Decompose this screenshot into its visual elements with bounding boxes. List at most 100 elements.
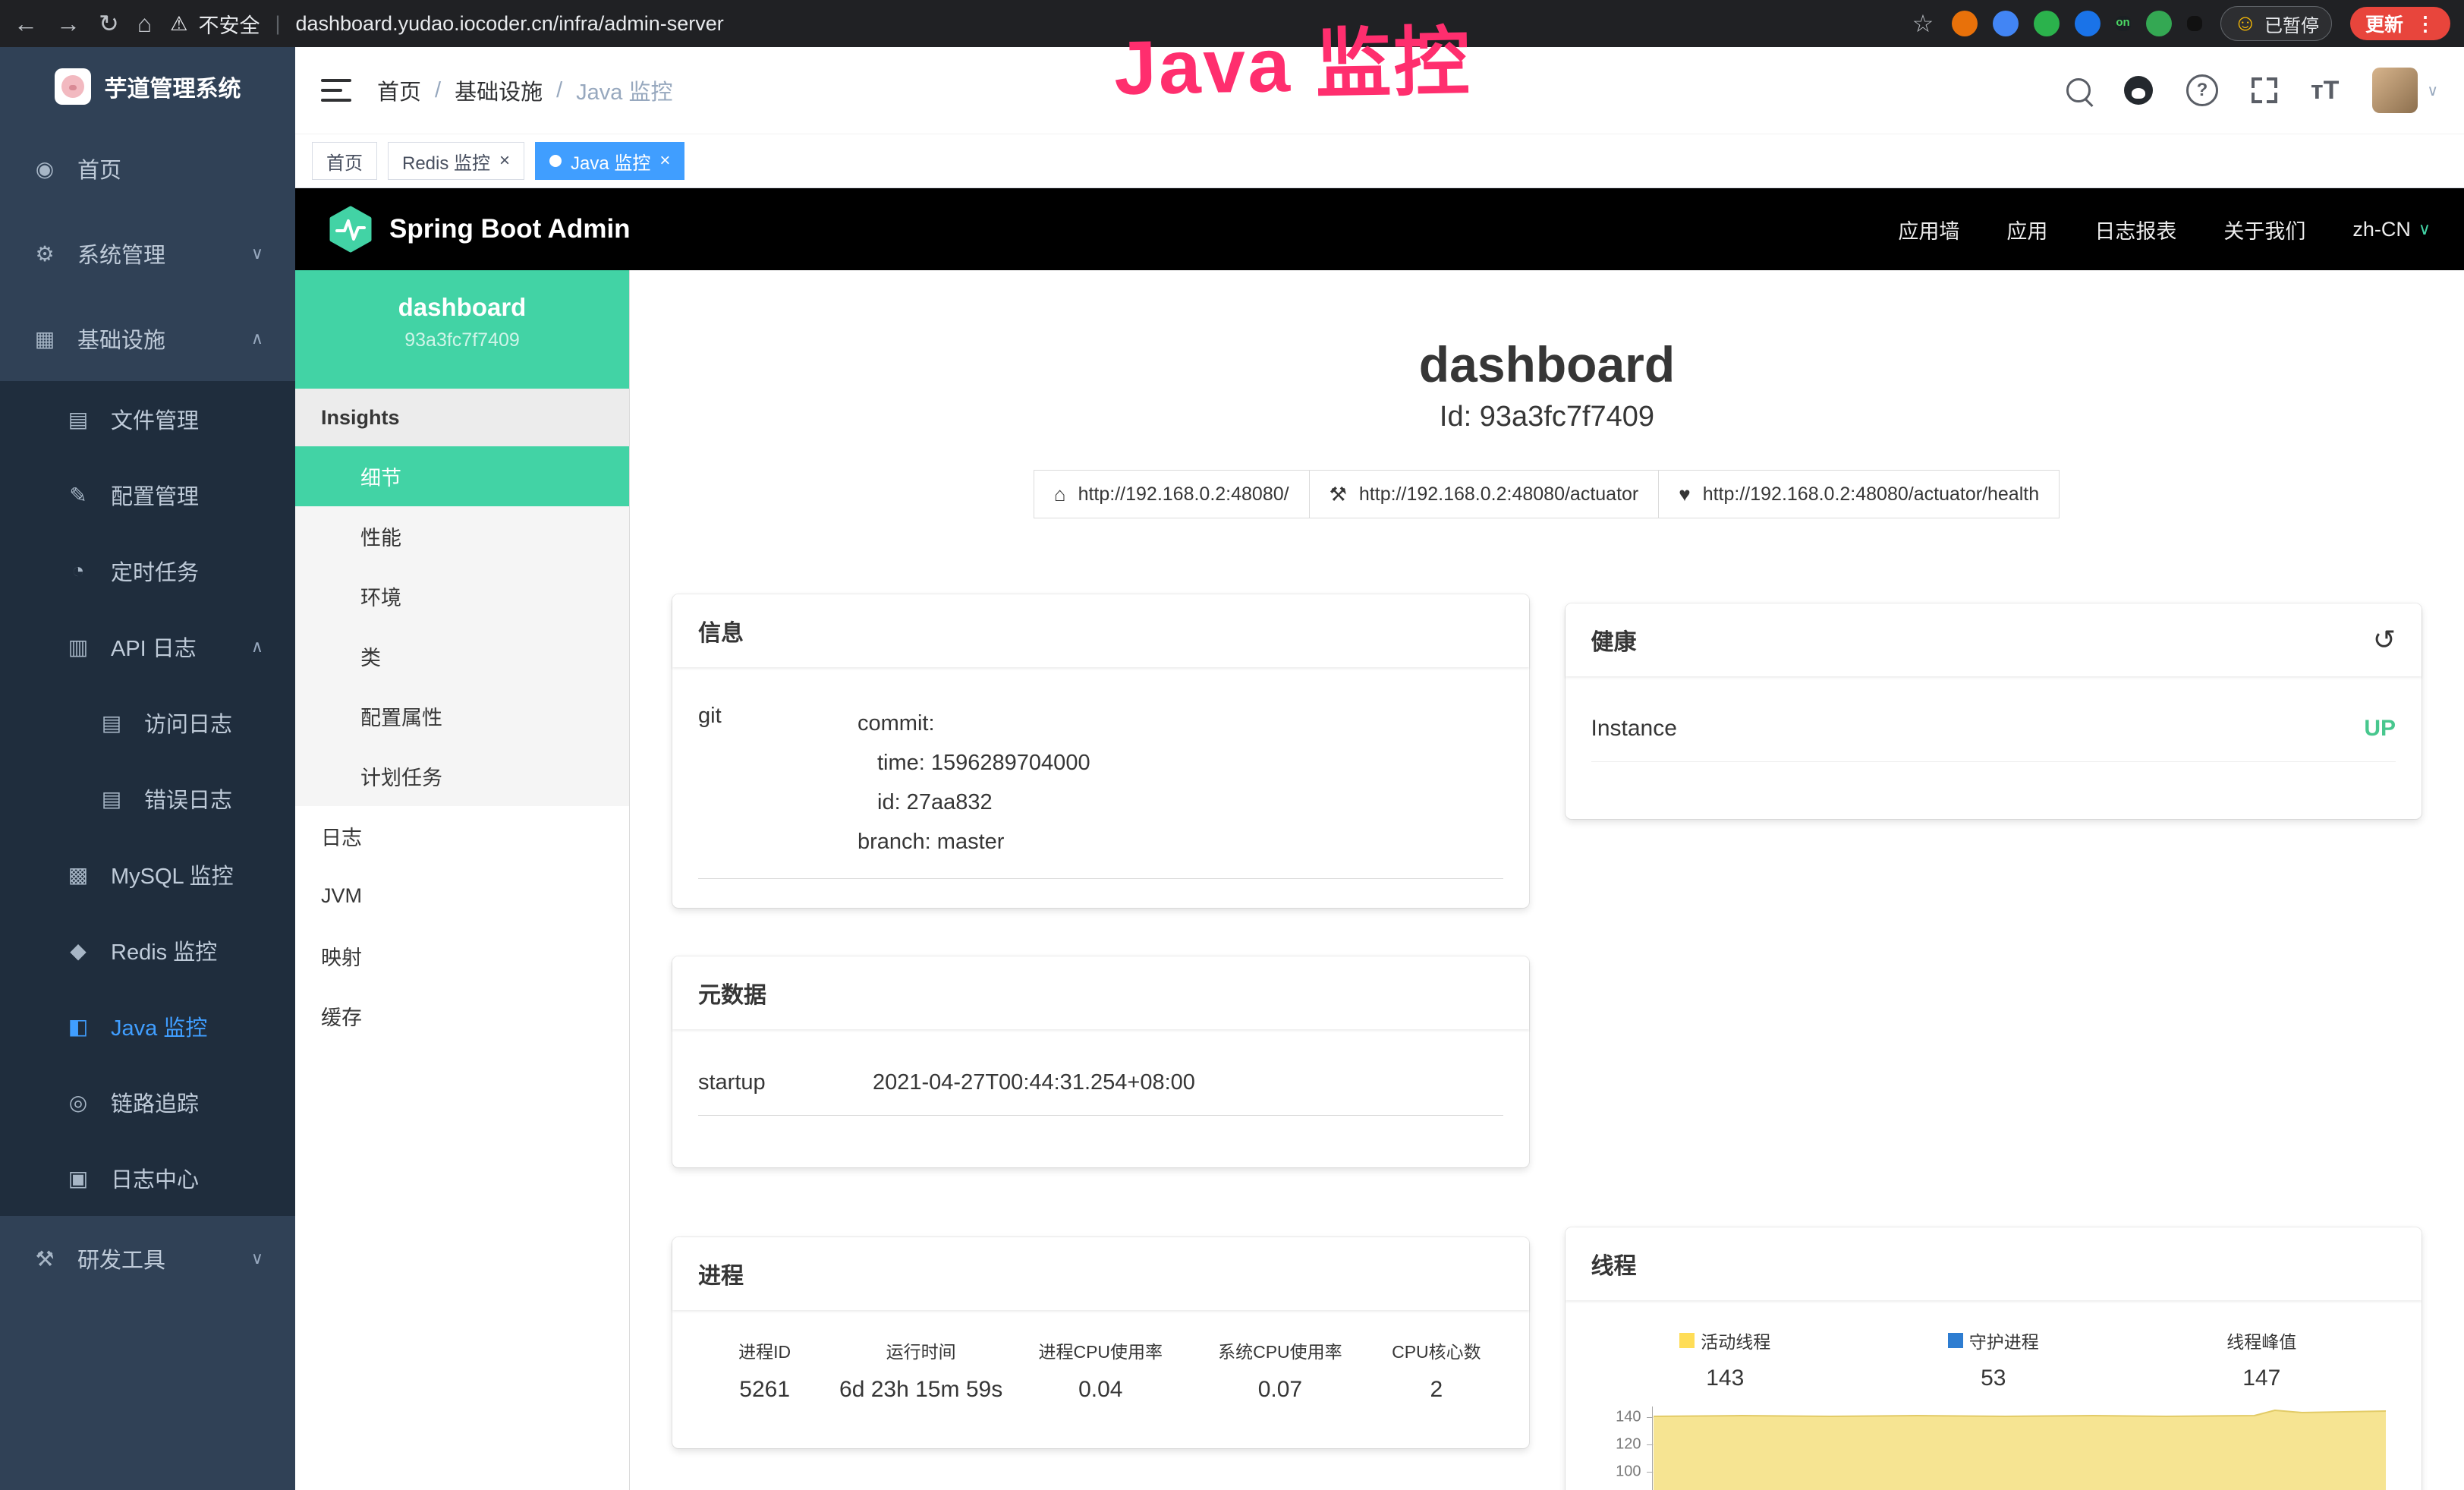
threads-card-title: 线程 xyxy=(1566,1227,2422,1300)
bookmark-star-icon[interactable]: ☆ xyxy=(1912,11,1934,36)
github-icon[interactable] xyxy=(2124,76,2153,105)
sidebar-item-tracing[interactable]: ◎ 链路追踪 xyxy=(0,1064,295,1140)
sba-nav-wallboard[interactable]: 应用墙 xyxy=(1898,215,1959,244)
user-menu[interactable]: ∨ xyxy=(2372,68,2438,113)
extension-icon-2[interactable] xyxy=(1993,11,2019,36)
extension-on-badge-icon[interactable]: on xyxy=(2116,16,2131,31)
sidebar-item-scheduled-jobs[interactable]: ◔ 定时任务 xyxy=(0,533,295,609)
close-icon[interactable]: × xyxy=(659,150,670,172)
sidebar-item-label: MySQL 监控 xyxy=(111,858,234,890)
sba-brand-title: Spring Boot Admin xyxy=(389,214,631,244)
process-col-uptime: 运行时间 xyxy=(831,1337,1011,1363)
sba-locale-select[interactable]: zh-CN ∨ xyxy=(2352,218,2431,241)
dashboard-icon: ◉ xyxy=(32,156,58,181)
sidebar-item-file-mgmt[interactable]: ▤ 文件管理 xyxy=(0,381,295,457)
timer-icon: ◔ xyxy=(65,559,91,583)
breadcrumb-section[interactable]: 基础设施 xyxy=(455,74,543,106)
process-card: 进程 进程ID 5261 运行时间 6d 23h 15m 59 xyxy=(672,1237,1529,1448)
sba-menu-logs[interactable]: 日志 xyxy=(295,806,629,866)
active-threads-area xyxy=(1654,1407,2387,1490)
tags-view-bar: 首页 Redis 监控 × Java 监控 × xyxy=(295,134,2464,188)
sba-menu-caches[interactable]: 缓存 xyxy=(295,986,629,1046)
history-icon[interactable]: ↺ xyxy=(2373,624,2396,656)
sidebar-item-error-logs[interactable]: ▤ 错误日志 xyxy=(0,761,295,836)
address-bar[interactable]: ⚠ 不安全 | dashboard.yudao.iocoder.cn/infra… xyxy=(170,9,1894,39)
close-icon[interactable]: × xyxy=(499,150,510,172)
sba-content: dashboard Id: 93a3fc7f7409 ⌂ http://192.… xyxy=(630,270,2464,1490)
search-icon[interactable] xyxy=(2066,78,2091,102)
sidebar-item-api-logs[interactable]: ▥ API 日志 ∧ xyxy=(0,609,295,685)
health-url-button[interactable]: ♥ http://192.168.0.2:48080/actuator/heal… xyxy=(1658,470,2060,518)
app-logo[interactable]: 芋道管理系统 xyxy=(0,47,295,126)
sidebar-item-redis-monitor[interactable]: ◆ Redis 监控 xyxy=(0,912,295,988)
reload-icon[interactable]: ↻ xyxy=(99,11,119,36)
breadcrumb-home[interactable]: 首页 xyxy=(377,74,421,106)
heart-icon: ♥ xyxy=(1679,483,1690,506)
sba-menu-performance[interactable]: 性能 xyxy=(295,506,629,566)
browser-menu-kebab-icon[interactable]: ⋮ xyxy=(2415,14,2435,33)
tag-redis-monitor[interactable]: Redis 监控 × xyxy=(388,142,524,180)
sidebar-item-system-mgmt[interactable]: ⚙ 系统管理 ∨ xyxy=(0,211,295,296)
sidebar-item-config-mgmt[interactable]: ✎ 配置管理 xyxy=(0,457,295,533)
actuator-url-button[interactable]: ⚒ http://192.168.0.2:48080/actuator xyxy=(1309,470,1660,518)
tag-java-monitor[interactable]: Java 监控 × xyxy=(535,142,684,180)
browser-home-icon[interactable]: ⌂ xyxy=(137,11,152,36)
cards-right-column: 健康 ↺ Instance UP 线程 xyxy=(1566,594,2422,1490)
infrastructure-icon: ▦ xyxy=(32,326,58,351)
sba-menu-environment[interactable]: 环境 xyxy=(295,566,629,626)
breadcrumb-separator: / xyxy=(556,78,562,103)
sidebar-item-label: Redis 监控 xyxy=(111,934,217,966)
extension-icon-6[interactable] xyxy=(2146,11,2172,36)
sba-nav-journal[interactable]: 日志报表 xyxy=(2094,215,2176,244)
extension-icon-1[interactable] xyxy=(1952,11,1978,36)
extension-icon-7[interactable] xyxy=(2187,16,2202,31)
forward-icon[interactable]: → xyxy=(56,11,80,36)
sidebar-item-label: API 日志 xyxy=(111,631,197,663)
help-icon[interactable]: ? xyxy=(2186,74,2218,106)
sidebar-item-java-monitor[interactable]: ◧ Java 监控 xyxy=(0,988,295,1064)
extension-icon-4[interactable] xyxy=(2075,11,2101,36)
main-area: 首页 / 基础设施 / Java 监控 ? тT ∨ 首页 xyxy=(295,47,2464,1490)
sidebar-item-label: 首页 xyxy=(77,153,121,184)
health-card: 健康 ↺ Instance UP xyxy=(1566,603,2422,819)
java-monitor-icon: ◧ xyxy=(65,1014,91,1039)
fullscreen-icon[interactable] xyxy=(2252,77,2277,103)
profile-paused-badge[interactable]: ☺ 已暂停 xyxy=(2220,6,2332,41)
sba-menu-classes[interactable]: 类 xyxy=(295,626,629,686)
instance-url-button[interactable]: ⌂ http://192.168.0.2:48080/ xyxy=(1034,470,1310,518)
sidebar-item-access-logs[interactable]: ▤ 访问日志 xyxy=(0,685,295,761)
actuator-url: http://192.168.0.2:48080/actuator xyxy=(1359,484,1638,506)
sba-menu-mappings[interactable]: 映射 xyxy=(295,926,629,986)
extension-icon-3[interactable] xyxy=(2034,11,2060,36)
tag-home[interactable]: 首页 xyxy=(312,142,377,180)
sidebar-item-mysql-monitor[interactable]: ▩ MySQL 监控 xyxy=(0,836,295,912)
metadata-value: 2021-04-27T00:44:31.254+08:00 xyxy=(873,1070,1503,1095)
security-warning-icon[interactable]: ⚠ xyxy=(170,12,187,36)
sba-menu-config-props[interactable]: 配置属性 xyxy=(295,686,629,746)
chevron-down-icon: ∨ xyxy=(251,244,263,263)
sidebar-item-label: 系统管理 xyxy=(77,238,165,269)
health-instance-row[interactable]: Instance UP xyxy=(1591,693,2396,762)
sba-menu-details[interactable]: 细节 xyxy=(295,446,629,506)
back-icon[interactable]: ← xyxy=(14,11,38,36)
sba-brand[interactable]: Spring Boot Admin xyxy=(329,206,631,253)
chrome-update-button[interactable]: 更新 ⋮ xyxy=(2350,7,2450,40)
sidebar-item-log-center[interactable]: ▣ 日志中心 xyxy=(0,1140,295,1216)
sidebar-item-infrastructure[interactable]: ▦ 基础设施 ∧ xyxy=(0,296,295,381)
git-branch: branch: master xyxy=(858,822,1503,862)
log-center-icon: ▣ xyxy=(65,1166,91,1191)
font-size-icon[interactable]: тT xyxy=(2311,76,2339,106)
sba-menu-jvm[interactable]: JVM xyxy=(295,866,629,926)
sidebar-item-home[interactable]: ◉ 首页 xyxy=(0,126,295,211)
sba-menu-scheduled-tasks[interactable]: 计划任务 xyxy=(295,746,629,806)
sidebar-toggle-icon[interactable] xyxy=(321,79,351,102)
sba-nav-about[interactable]: 关于我们 xyxy=(2223,215,2305,244)
tag-label: Redis 监控 xyxy=(402,148,490,175)
chevron-up-icon: ∧ xyxy=(251,329,263,348)
sidebar-item-label: 文件管理 xyxy=(111,403,199,435)
sba-nav-applications[interactable]: 应用 xyxy=(2006,215,2047,244)
wrench-icon: ⚒ xyxy=(1330,483,1347,506)
chevron-down-icon: ∨ xyxy=(251,1249,263,1268)
sidebar-item-dev-tools[interactable]: ⚒ 研发工具 ∨ xyxy=(0,1216,295,1301)
caret-down-icon: ∨ xyxy=(2418,219,2431,239)
